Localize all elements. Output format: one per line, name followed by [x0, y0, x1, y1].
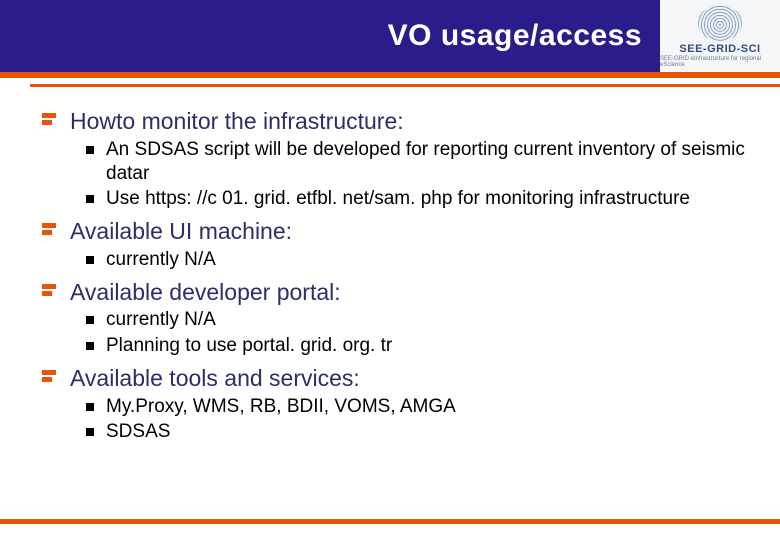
heading-text: Howto monitor the infrastructure:: [70, 107, 404, 136]
square-bullet-icon: [86, 403, 94, 411]
square-bullet-icon: [86, 146, 94, 154]
fingerprint-icon: [698, 5, 742, 41]
list-item: My.Proxy, WMS, RB, BDII, VOMS, AMGA: [86, 395, 750, 419]
item-text: My.Proxy, WMS, RB, BDII, VOMS, AMGA: [106, 395, 456, 419]
bullet-icon: [42, 223, 60, 243]
heading-text: Available UI machine:: [70, 217, 292, 246]
logo-text: SEE-GRID-SCI: [679, 43, 760, 55]
list-item: currently N/A: [86, 248, 750, 272]
section-heading: Available developer portal:: [42, 278, 750, 307]
bullet-icon: [42, 113, 60, 133]
header: VO usage/access SEE-GRID-SCI SEE-GRID eI…: [0, 0, 780, 72]
list-item: Use https: //c 01. grid. etfbl. net/sam.…: [86, 187, 750, 211]
list-item: An SDSAS script will be developed for re…: [86, 138, 750, 186]
section-heading: Available UI machine:: [42, 217, 750, 246]
square-bullet-icon: [86, 195, 94, 203]
item-text: Use https: //c 01. grid. etfbl. net/sam.…: [106, 187, 690, 211]
section-heading: Howto monitor the infrastructure:: [42, 107, 750, 136]
logo: SEE-GRID-SCI SEE-GRID eInfrastructure fo…: [660, 0, 780, 72]
item-text: SDSAS: [106, 420, 170, 444]
slide: VO usage/access SEE-GRID-SCI SEE-GRID eI…: [0, 0, 780, 540]
slide-title: VO usage/access: [388, 19, 642, 53]
heading-text: Available tools and services:: [70, 364, 360, 393]
square-bullet-icon: [86, 256, 94, 264]
square-bullet-icon: [86, 316, 94, 324]
list-item: SDSAS: [86, 420, 750, 444]
heading-text: Available developer portal:: [70, 278, 341, 307]
square-bullet-icon: [86, 342, 94, 350]
section-heading: Available tools and services:: [42, 364, 750, 393]
header-title-area: VO usage/access: [0, 0, 660, 72]
list-item: currently N/A: [86, 308, 750, 332]
square-bullet-icon: [86, 428, 94, 436]
item-text: Planning to use portal. grid. org. tr: [106, 334, 392, 358]
item-text: An SDSAS script will be developed for re…: [106, 138, 750, 186]
content: Howto monitor the infrastructure: An SDS…: [0, 87, 780, 519]
footer-divider: [0, 519, 780, 524]
logo-subtext: SEE-GRID eInfrastructure for regional eS…: [660, 56, 780, 68]
bullet-icon: [42, 284, 60, 304]
item-text: currently N/A: [106, 248, 216, 272]
bullet-icon: [42, 370, 60, 390]
item-text: currently N/A: [106, 308, 216, 332]
list-item: Planning to use portal. grid. org. tr: [86, 334, 750, 358]
